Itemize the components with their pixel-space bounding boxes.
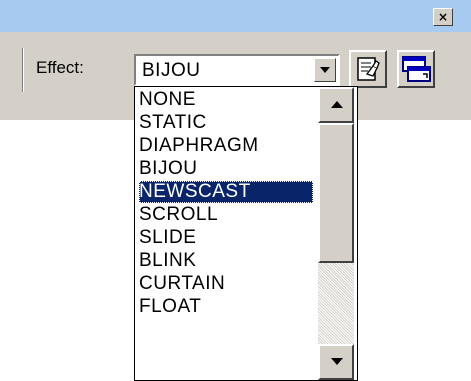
- list-item[interactable]: SCROLL: [139, 204, 313, 226]
- effect-combobox-value: BIJOU: [142, 60, 201, 81]
- effect-dropdown-list[interactable]: NONE STATIC DIAPHRAGM BIJOU NEWSCAST SCR…: [134, 86, 358, 381]
- list-item[interactable]: DIAPHRAGM: [139, 135, 313, 157]
- properties-icon: [357, 57, 380, 81]
- list-item[interactable]: STATIC: [139, 112, 313, 134]
- list-item-selected[interactable]: NEWSCAST: [139, 181, 313, 203]
- effect-combobox[interactable]: BIJOU: [134, 54, 340, 86]
- arrow-down-icon: [331, 358, 343, 365]
- list-item[interactable]: SLIDE: [139, 227, 313, 249]
- chevron-down-icon: [320, 67, 330, 73]
- effect-label: Effect:: [36, 58, 84, 77]
- swap-windows-button[interactable]: [397, 50, 435, 88]
- close-button[interactable]: ×: [433, 8, 453, 26]
- title-bar: ×: [0, 0, 471, 32]
- list-item[interactable]: CURTAIN: [139, 273, 313, 295]
- list-item[interactable]: BIJOU: [139, 158, 313, 180]
- list-item[interactable]: NONE: [139, 89, 313, 111]
- close-icon: ×: [437, 10, 449, 24]
- scroll-up-button[interactable]: [318, 87, 354, 123]
- background: [0, 120, 120, 381]
- list-item[interactable]: BLINK: [139, 250, 313, 272]
- properties-button[interactable]: [349, 50, 387, 88]
- scrollbar-thumb[interactable]: [318, 123, 354, 263]
- toolbar-separator: [22, 48, 24, 92]
- vertical-scrollbar[interactable]: [318, 87, 354, 380]
- arrow-up-icon: [331, 101, 343, 108]
- combobox-dropdown-button[interactable]: [314, 58, 336, 82]
- list-item[interactable]: FLOAT: [139, 296, 313, 318]
- window-swap-icon: [402, 56, 431, 82]
- scroll-down-button[interactable]: [318, 344, 354, 380]
